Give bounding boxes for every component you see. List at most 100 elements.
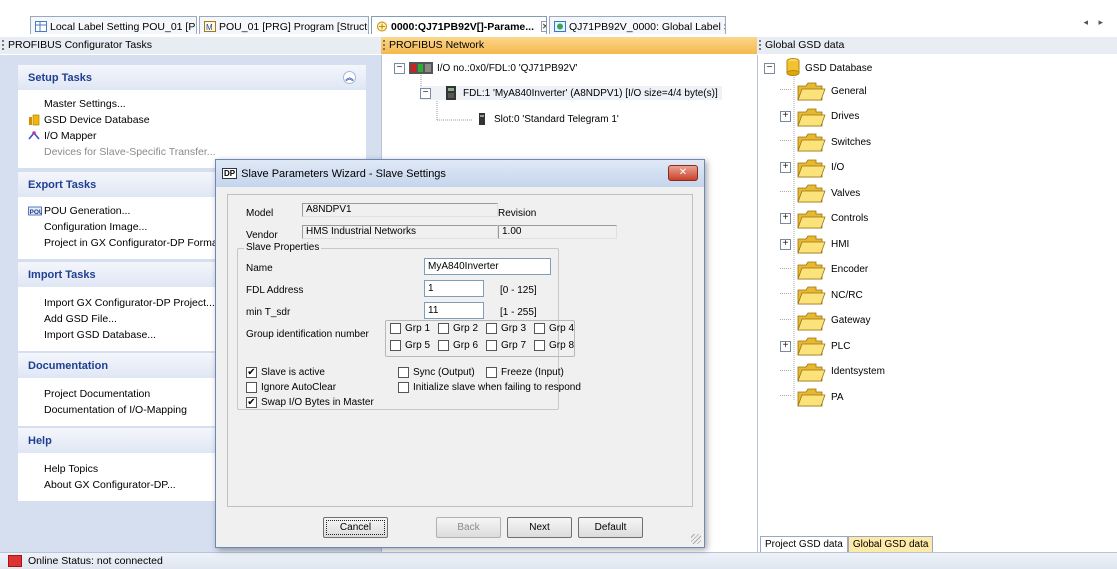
collapse-icon[interactable]: − xyxy=(764,63,775,74)
tab-global-label[interactable]: QJ71PB92V_0000: Global Label Se... xyxy=(549,16,726,34)
gsd-folder-gateway[interactable]: Gateway xyxy=(780,310,870,332)
initialize-slave-checkbox[interactable]: Initialize slave when failing to respond xyxy=(398,382,581,393)
tree-connector xyxy=(780,263,791,277)
io-mapper-link[interactable]: I/O Mapper xyxy=(28,128,356,144)
collapse-chevron-icon[interactable]: ︽ xyxy=(343,71,356,84)
checkbox-box xyxy=(246,382,257,393)
checkbox-box: ✔ xyxy=(246,367,257,378)
group-6-checkbox[interactable]: Grp 6 xyxy=(438,340,478,351)
group-title: Help xyxy=(28,435,52,447)
min-tsdr-input[interactable] xyxy=(424,302,484,319)
svg-text:M: M xyxy=(206,23,213,32)
label-table-icon xyxy=(35,21,47,32)
task-label: Import GX Configurator-DP Project... xyxy=(44,297,215,309)
slave-specific-transfer-link[interactable]: Devices for Slave-Specific Transfer... xyxy=(44,144,356,160)
checkbox-label: Grp 6 xyxy=(453,340,479,351)
ignore-autoclear-checkbox[interactable]: Ignore AutoClear xyxy=(246,382,336,393)
slave-active-checkbox[interactable]: ✔ Slave is active xyxy=(246,367,325,378)
checkbox-box xyxy=(390,340,401,351)
group-1-checkbox[interactable]: Grp 1 xyxy=(390,323,430,334)
task-label: Configuration Image... xyxy=(44,221,148,233)
sync-output-checkbox[interactable]: Sync (Output) xyxy=(398,367,475,378)
gsd-root-node[interactable]: − GSD Database xyxy=(764,58,872,79)
back-button[interactable]: Back xyxy=(436,517,501,538)
document-tab-strip: Local Label Setting POU_01 [PRG] M POU_0… xyxy=(0,0,1117,34)
gsd-folder-controls[interactable]: + Controls xyxy=(780,208,868,230)
slot-module-icon xyxy=(474,112,490,126)
collapse-icon[interactable]: − xyxy=(394,62,405,74)
group-2-checkbox[interactable]: Grp 2 xyxy=(438,323,478,334)
vendor-label: Vendor xyxy=(246,230,278,241)
panel-title: PROFIBUS Network xyxy=(389,39,485,51)
expand-icon[interactable]: + xyxy=(780,162,791,173)
checkbox-label: Initialize slave when failing to respond xyxy=(413,382,581,393)
offline-status-icon xyxy=(8,555,22,567)
master-node[interactable]: − I/O no.:0x0/FDL:0 'QJ71PB92V' xyxy=(394,61,578,75)
gsd-folder-i-o[interactable]: + I/O xyxy=(780,157,844,179)
tree-connector xyxy=(780,365,791,379)
tasks-panel-header: PROFIBUS Configurator Tasks xyxy=(0,37,381,54)
group-4-checkbox[interactable]: Grp 4 xyxy=(534,323,574,334)
gsd-folder-switches[interactable]: Switches xyxy=(780,131,871,153)
group-3-checkbox[interactable]: Grp 3 xyxy=(486,323,526,334)
group-8-checkbox[interactable]: Grp 8 xyxy=(534,340,574,351)
tab-global-gsd-data[interactable]: Global GSD data xyxy=(847,536,934,553)
fdl-address-input[interactable] xyxy=(424,280,484,297)
gsd-folder-plc[interactable]: + PLC xyxy=(780,335,850,357)
status-bar: Online Status: not connected xyxy=(0,552,1117,569)
group-5-checkbox[interactable]: Grp 5 xyxy=(390,340,430,351)
gsd-folder-valves[interactable]: Valves xyxy=(780,182,860,204)
collapse-icon[interactable]: − xyxy=(420,87,431,99)
name-input[interactable] xyxy=(424,258,551,275)
next-button[interactable]: Next xyxy=(507,517,572,538)
group-header[interactable]: Setup Tasks ︽ xyxy=(18,65,366,90)
task-label: I/O Mapper xyxy=(44,130,97,142)
task-label: Master Settings... xyxy=(44,98,126,110)
gsd-bottom-tabs: Project GSD data Global GSD data xyxy=(760,536,934,553)
gsd-pane: − GSD Database Project GSD data Global G… xyxy=(757,55,1117,553)
folder-label: Controls xyxy=(831,213,869,224)
gsd-folder-identsystem[interactable]: Identsystem xyxy=(780,361,885,383)
gsd-folder-general[interactable]: General xyxy=(780,80,867,102)
checkbox-box xyxy=(390,323,401,334)
expand-icon[interactable]: + xyxy=(780,340,791,352)
slave-node[interactable]: − FDL:1 'MyA840Inverter' (A8NDPV1) [I/O … xyxy=(420,86,722,100)
tab-label: POU_01 [PRG] Program [Structur... xyxy=(219,20,369,33)
group-7-checkbox[interactable]: Grp 7 xyxy=(486,340,526,351)
expand-icon[interactable]: + xyxy=(780,238,791,250)
root-label: GSD Database xyxy=(805,63,873,74)
gsd-folder-pa[interactable]: PA xyxy=(780,386,844,408)
gsd-folder-drives[interactable]: + Drives xyxy=(780,106,859,128)
gsd-folder-encoder[interactable]: Encoder xyxy=(780,259,868,281)
close-tab-icon[interactable]: ✕ xyxy=(541,21,546,32)
default-button[interactable]: Default xyxy=(578,517,643,538)
expand-icon[interactable]: + xyxy=(780,213,791,224)
tree-connector xyxy=(780,390,791,404)
checkbox-box xyxy=(486,367,497,378)
cancel-button[interactable]: Cancel xyxy=(323,517,388,538)
folder-icon xyxy=(796,386,826,408)
gsd-folder-nc-rc[interactable]: NC/RC xyxy=(780,284,863,306)
plc-master-icon xyxy=(409,61,433,75)
checkbox-label: Ignore AutoClear xyxy=(261,382,337,393)
master-settings-link[interactable]: Master Settings... xyxy=(44,96,356,112)
task-label: Project Documentation xyxy=(44,388,151,400)
expand-icon[interactable]: + xyxy=(780,111,791,122)
gsd-folder-hmi[interactable]: + HMI xyxy=(780,233,849,255)
tab-profibus-parameter[interactable]: 0000:QJ71PB92V[]-Parame... ✕ xyxy=(371,16,547,34)
tab-local-label-setting[interactable]: Local Label Setting POU_01 [PRG] xyxy=(30,16,197,34)
slot-node[interactable]: Slot:0 'Standard Telegram 1' xyxy=(474,112,619,126)
checkbox-box xyxy=(534,323,545,334)
group-title: Slave Properties xyxy=(244,242,322,253)
dialog-titlebar[interactable]: DP Slave Parameters Wizard - Slave Setti… xyxy=(216,160,704,187)
tab-pou-program[interactable]: M POU_01 [PRG] Program [Structur... xyxy=(199,16,369,34)
freeze-input-checkbox[interactable]: Freeze (Input) xyxy=(486,367,564,378)
swap-io-bytes-checkbox[interactable]: ✔ Swap I/O Bytes in Master xyxy=(246,397,374,408)
tab-project-gsd-data[interactable]: Project GSD data xyxy=(760,536,848,553)
checkbox-label: Grp 1 xyxy=(405,323,431,334)
resize-grip-icon[interactable] xyxy=(691,534,701,544)
gsd-device-database-link[interactable]: GSD Device Database xyxy=(29,112,356,128)
close-dialog-button[interactable]: ✕ xyxy=(668,165,698,181)
folder-label: I/O xyxy=(831,162,845,173)
tab-scroll-arrows[interactable]: ◂ ▸ xyxy=(1083,17,1107,28)
